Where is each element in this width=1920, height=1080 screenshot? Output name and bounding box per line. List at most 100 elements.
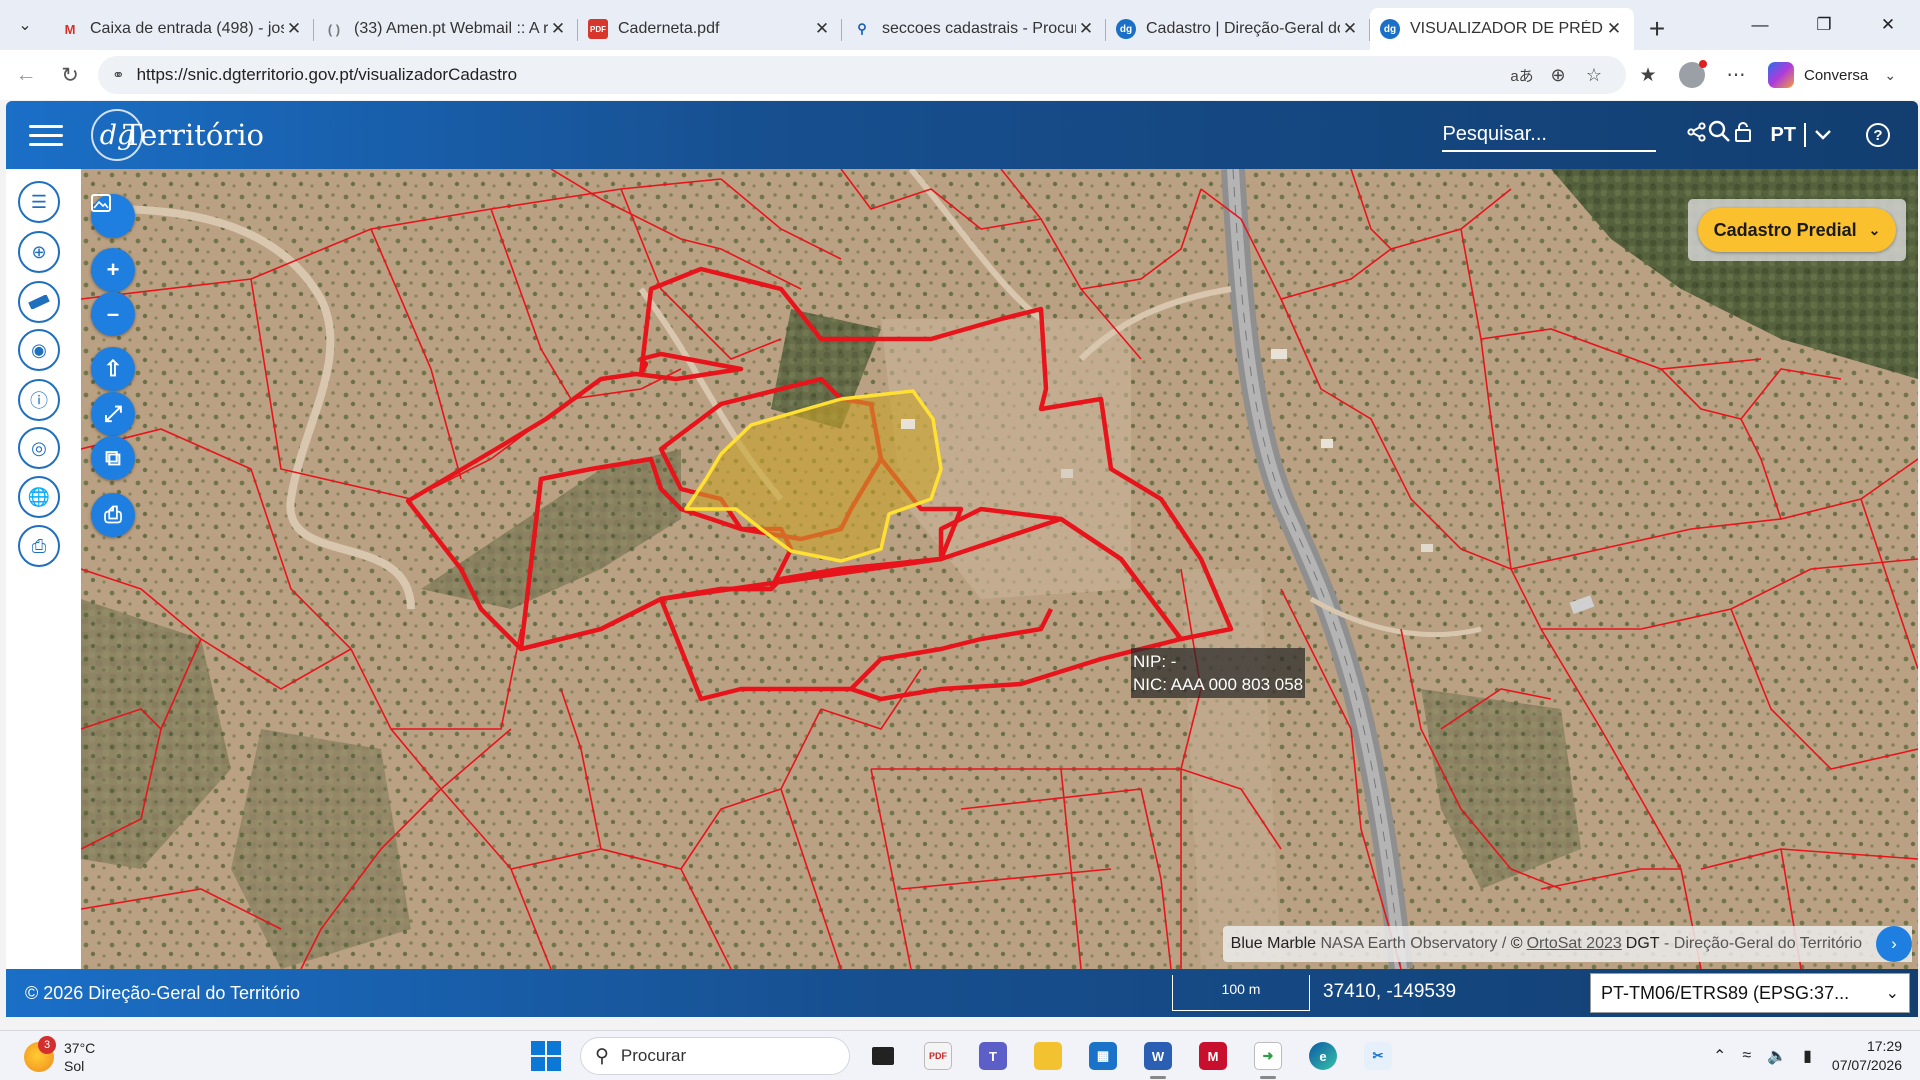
browser-tab[interactable]: PDF Caderneta.pdf ✕ — [578, 8, 842, 50]
copilot-icon — [1768, 62, 1794, 88]
profile-avatar[interactable] — [1679, 60, 1707, 88]
basemap-image-icon[interactable] — [91, 194, 135, 238]
share-icon[interactable] — [1674, 122, 1720, 148]
favorites-icon[interactable]: ★ — [1626, 64, 1670, 87]
site-info-icon[interactable]: ⚭ — [112, 66, 125, 84]
chevron-down-icon: ⌄ — [1885, 985, 1899, 1002]
scale-bar: 100 m — [1172, 975, 1310, 1011]
close-tab-icon[interactable]: ✕ — [548, 19, 568, 39]
teams-icon[interactable]: T — [971, 1036, 1015, 1076]
add-layer-icon[interactable]: ⊕ — [18, 231, 60, 273]
weather-condition: Sol — [64, 1058, 85, 1074]
maximize-icon[interactable]: ❐ — [1792, 0, 1856, 50]
info-icon[interactable]: ⓘ — [18, 379, 60, 421]
locate-target-icon[interactable]: ◎ — [18, 427, 60, 469]
left-tool-sidebar: ☰ ⊕ ◉ ⓘ ◎ 🌐 ⎙ — [6, 169, 81, 969]
remote-app-icon[interactable]: ➜ — [1246, 1036, 1290, 1079]
speaker-icon[interactable]: 🔈 — [1767, 1046, 1787, 1066]
fullscreen-icon[interactable]: ⤢ — [91, 392, 135, 436]
orthophoto-map[interactable] — [81, 169, 1918, 969]
menu-hamburger-icon[interactable] — [29, 119, 63, 152]
chevron-right-icon[interactable]: › — [1876, 926, 1912, 962]
map-canvas[interactable]: + – ⇧ ⤢ ⧉ ⎙ Cadastro Predial ⌄ NIP: - NI… — [81, 169, 1918, 969]
task-view-icon[interactable] — [861, 1036, 905, 1076]
mcafee-icon[interactable]: M — [1191, 1036, 1235, 1076]
cadastro-viewer-app: dg Território PT — [6, 101, 1918, 1017]
word-icon[interactable]: W — [1136, 1036, 1180, 1079]
measure-ruler-icon[interactable] — [18, 281, 60, 323]
copilot-label: Conversa — [1804, 66, 1869, 84]
layer-select-button[interactable]: Cadastro Predial ⌄ — [1698, 208, 1896, 252]
browser-tab[interactable]: dg Cadastro | Direção-Geral do T ✕ — [1106, 8, 1370, 50]
tab-title: (33) Amen.pt Webmail :: A re — [354, 20, 548, 37]
zoom-out-icon[interactable]: – — [91, 292, 135, 336]
search-icon: ⚲ — [595, 1045, 609, 1067]
scale-label: 100 m — [1221, 981, 1261, 997]
close-tab-icon[interactable]: ✕ — [1076, 19, 1096, 39]
new-tab-icon[interactable]: + — [1634, 8, 1680, 50]
close-tab-icon[interactable]: ✕ — [812, 19, 832, 39]
tooltip-nip: NIP: - — [1133, 652, 1177, 671]
snipping-tool-icon[interactable]: ✂ — [1356, 1036, 1400, 1076]
minimize-icon[interactable]: — — [1728, 0, 1792, 50]
zoom-icon[interactable]: ⊕ — [1540, 65, 1576, 86]
close-tab-icon[interactable]: ✕ — [284, 19, 304, 39]
search-input[interactable] — [1442, 122, 1708, 146]
browser-tab-active[interactable]: dg VISUALIZADOR DE PRÉDIOS D ✕ — [1370, 8, 1634, 50]
dgterritorio-logo[interactable]: dg Território — [91, 109, 264, 161]
layers-list-icon[interactable]: ☰ — [18, 181, 60, 223]
zoom-extent-icon[interactable]: ⧉ — [91, 436, 135, 480]
file-explorer-icon[interactable] — [1026, 1036, 1070, 1076]
print-map-icon[interactable]: ⎙ — [91, 493, 135, 537]
language-selector[interactable]: PT — [1770, 123, 1832, 147]
browser-tab[interactable]: ( ) (33) Amen.pt Webmail :: A re ✕ — [314, 8, 578, 50]
taskbar-search[interactable]: ⚲ Procurar — [580, 1037, 850, 1075]
close-tab-icon[interactable]: ✕ — [1604, 19, 1624, 39]
tab-actions-chevron-icon[interactable]: ⌄ — [0, 0, 50, 50]
clock-time: 17:29 — [1866, 1038, 1902, 1054]
pdf-tool-icon[interactable]: PDF — [916, 1036, 960, 1076]
webmail-icon: ( ) — [327, 21, 341, 37]
close-tab-icon[interactable]: ✕ — [1340, 19, 1360, 39]
sun-icon: 3 — [24, 1036, 56, 1072]
style-palette-icon[interactable]: ◉ — [18, 329, 60, 371]
more-options-icon[interactable]: ⋯ — [1714, 64, 1758, 87]
close-window-icon[interactable]: ✕ — [1856, 0, 1920, 50]
taskbar-apps: ⚲ Procurar PDF T ▦ W M ➜ e ✂ — [526, 1036, 1400, 1079]
copilot-button[interactable]: Conversa — [1768, 62, 1868, 88]
windows-start-icon[interactable] — [526, 1036, 566, 1076]
header-actions: PT ? — [1442, 101, 1918, 169]
zoom-in-icon[interactable]: + — [91, 248, 135, 292]
print-icon[interactable]: ⎙ — [18, 525, 60, 567]
weather-widget[interactable]: 3 37°C Sol — [24, 1036, 95, 1075]
windows-taskbar: 3 37°C Sol ⚲ Procurar PDF T ▦ W M ➜ e ✂ — [0, 1030, 1920, 1080]
edge-icon[interactable]: e — [1301, 1036, 1345, 1076]
attribution-blue-marble: Blue Marble — [1230, 935, 1317, 952]
clock[interactable]: 17:29 07/07/2026 — [1832, 1037, 1902, 1075]
globe-icon[interactable]: 🌐 — [18, 476, 60, 518]
crs-select[interactable]: PT-TM06/ETRS89 (EPSG:37... ⌄ — [1590, 973, 1910, 1013]
north-arrow-icon[interactable]: ⇧ — [91, 347, 135, 391]
dgt-icon: dg — [1380, 19, 1400, 39]
reload-icon[interactable]: ↻ — [48, 55, 92, 95]
dgt-icon: dg — [1116, 19, 1136, 39]
lock-icon[interactable] — [1720, 121, 1766, 149]
url-text[interactable]: https://snic.dgterritorio.gov.pt/visuali… — [137, 65, 1504, 85]
address-bar[interactable]: ⚭ https://snic.dgterritorio.gov.pt/visua… — [98, 56, 1626, 94]
help-icon[interactable]: ? — [1866, 123, 1890, 147]
favorite-star-icon[interactable]: ☆ — [1576, 65, 1612, 86]
pdf-icon: PDF — [588, 19, 608, 39]
chevron-down-icon[interactable]: ⌄ — [1868, 67, 1912, 84]
attribution-ortosat-link[interactable]: OrtoSat 2023 — [1527, 935, 1622, 953]
store-icon[interactable]: ▦ — [1081, 1036, 1125, 1076]
wifi-icon[interactable]: ≈ — [1742, 1047, 1751, 1065]
search-box — [1442, 118, 1731, 152]
translate-icon[interactable]: aあ — [1504, 65, 1540, 86]
app-footer: © 2026 Direção-Geral do Território 100 m… — [6, 969, 1918, 1017]
back-arrow-icon[interactable]: ← — [4, 55, 48, 95]
tray-chevron-up-icon[interactable]: ⌃ — [1713, 1046, 1726, 1066]
battery-icon[interactable]: ▮ — [1803, 1046, 1812, 1066]
browser-tab[interactable]: M Caixa de entrada (498) - josea ✕ — [50, 8, 314, 50]
tooltip-nic: NIC: AAA 000 803 058 — [1133, 675, 1304, 694]
browser-tab[interactable]: ⚲ seccoes cadastrais - Procurar ✕ — [842, 8, 1106, 50]
